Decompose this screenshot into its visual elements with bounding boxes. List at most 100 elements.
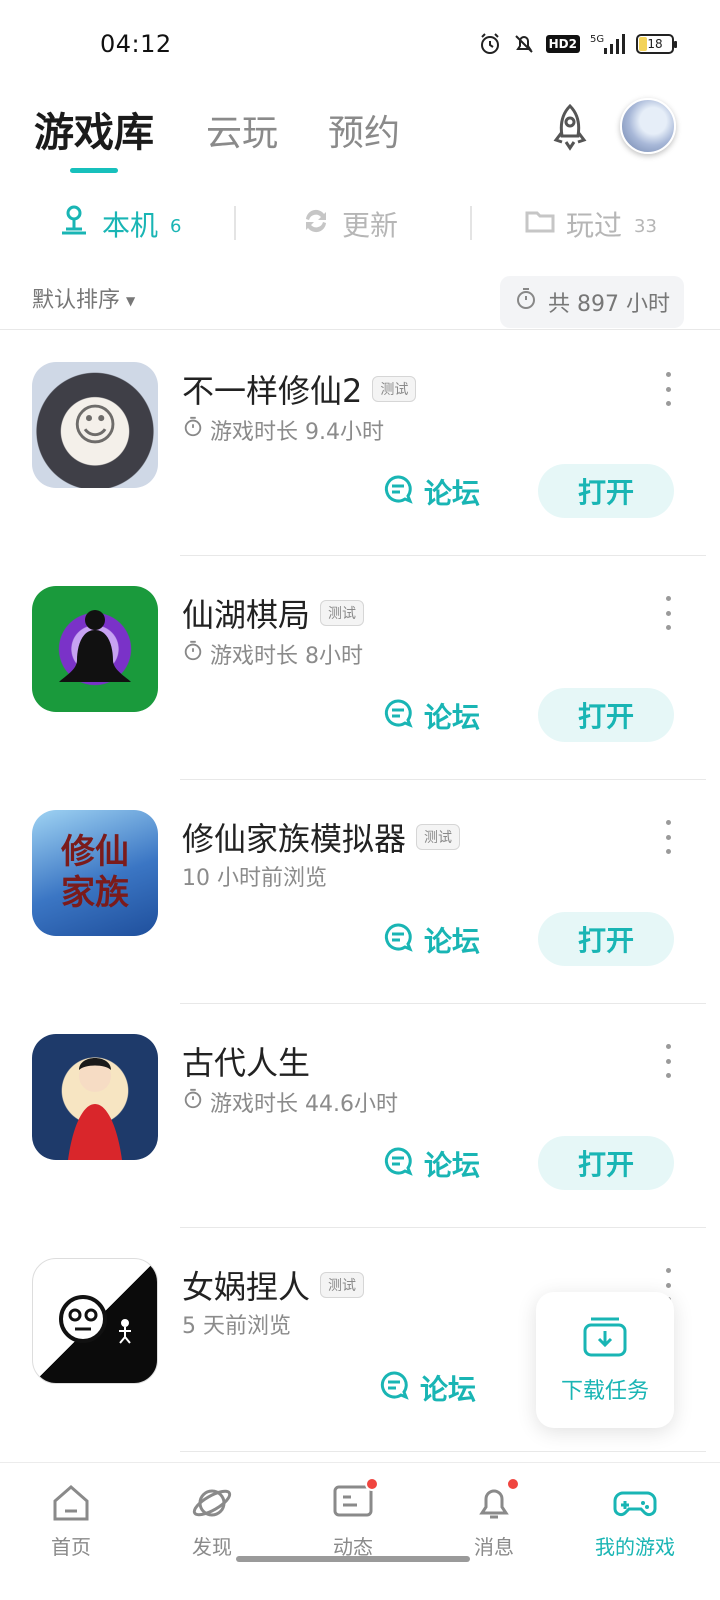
forum-label: 论坛 [424, 1149, 481, 1182]
more-options-icon[interactable] [656, 596, 680, 630]
forum-label: 论坛 [424, 925, 481, 958]
nav-home[interactable]: 首页 [16, 1481, 126, 1560]
game-title: 修仙家族模拟器 测试 [182, 814, 461, 860]
forum-button[interactable]: 论坛 [378, 1368, 476, 1408]
subtab-local-label: 本机 [102, 209, 159, 242]
game-icon[interactable]: ☺ [32, 362, 158, 488]
folder-icon [524, 205, 556, 244]
game-name: 不一样修仙2 [182, 372, 363, 410]
notification-dot [365, 1477, 379, 1491]
last-viewed-text: 5 天前浏览 [182, 1314, 291, 1339]
open-button[interactable]: 打开 [538, 688, 674, 742]
game-name: 修仙家族模拟器 [182, 820, 407, 858]
sort-row: 默认排序 ▼ 共 897 小时 [0, 274, 720, 330]
game-icon[interactable] [32, 1258, 158, 1384]
playtime-text: 游戏时长 44.6小时 [210, 1092, 398, 1117]
game-name: 仙湖棋局 [182, 596, 311, 634]
game-icon[interactable]: 修仙家族 [32, 810, 158, 936]
gamepad-icon [613, 1481, 657, 1525]
playtime-text: 游戏时长 9.4小时 [210, 420, 384, 445]
forum-button[interactable]: 论坛 [382, 920, 480, 960]
chat-bubble-icon [378, 1369, 410, 1408]
game-playtime: 游戏时长 44.6小时 [182, 1086, 398, 1118]
chat-bubble-icon [382, 697, 414, 736]
test-tag: 测试 [372, 376, 417, 402]
game-list: ☺ 不一样修仙2 测试 游戏时长 9.4小时 论坛 打开 仙湖棋局 测试 游戏时… [0, 332, 720, 1452]
playtime-text: 游戏时长 8小时 [210, 644, 363, 669]
subtab-local[interactable]: 本机 6 [56, 196, 181, 252]
more-options-icon[interactable] [656, 1044, 680, 1078]
subtab-played[interactable]: 玩过 33 [524, 196, 657, 252]
nav-home-label: 首页 [51, 1535, 91, 1559]
divider [180, 1451, 706, 1452]
subtab-updates[interactable]: 更新 [300, 196, 398, 252]
bottom-nav: 首页 发现 动态 消息 我的游戏 [0, 1462, 720, 1600]
rocket-icon[interactable] [544, 102, 596, 154]
message-square-icon [331, 1477, 379, 1525]
game-last-viewed: 10 小时前浏览 [182, 860, 327, 892]
nav-discover[interactable]: 发现 [157, 1481, 267, 1560]
forum-label: 论坛 [424, 477, 481, 510]
home-indicator [236, 1556, 470, 1562]
avatar[interactable] [620, 98, 676, 154]
timer-icon [182, 1088, 204, 1116]
nav-feed[interactable]: 动态 [298, 1477, 408, 1560]
game-icon[interactable] [32, 586, 158, 712]
open-button[interactable]: 打开 [538, 912, 674, 966]
game-playtime: 游戏时长 9.4小时 [182, 414, 384, 446]
forum-label: 论坛 [420, 1373, 477, 1406]
battery-level: 18 [647, 37, 663, 51]
forum-label: 论坛 [424, 701, 481, 734]
timer-icon [182, 416, 204, 444]
subtab-played-label: 玩过 [566, 209, 623, 242]
chat-bubble-icon [382, 473, 414, 512]
caret-down-icon: ▼ [126, 294, 136, 308]
nav-messages-label: 消息 [474, 1535, 514, 1559]
sort-label: 默认排序 [32, 288, 121, 313]
nav-my-games-label: 我的游戏 [595, 1535, 675, 1559]
forum-button[interactable]: 论坛 [382, 1144, 480, 1184]
list-item[interactable]: ☺ 不一样修仙2 测试 游戏时长 9.4小时 论坛 打开 [0, 332, 720, 556]
forum-button[interactable]: 论坛 [382, 472, 480, 512]
chat-bubble-icon [382, 921, 414, 960]
ancient-lady-icon [68, 1058, 122, 1160]
subtabs: 本机 6 更新 玩过 33 [0, 196, 720, 252]
battery-icon: 18 [636, 34, 677, 54]
game-icon[interactable] [32, 1034, 158, 1160]
nav-my-games[interactable]: 我的游戏 [580, 1481, 690, 1560]
forum-button[interactable]: 论坛 [382, 696, 480, 736]
status-icons: HD2 5G 18 [478, 32, 677, 56]
more-options-icon[interactable] [656, 372, 680, 406]
list-item[interactable]: 古代人生 游戏时长 44.6小时 论坛 打开 [0, 1004, 720, 1228]
nav-messages[interactable]: 消息 [439, 1477, 549, 1560]
game-name: 古代人生 [182, 1044, 311, 1082]
svg-text:5G: 5G [590, 34, 604, 45]
active-tab-indicator [70, 168, 118, 173]
timer-icon [514, 287, 538, 317]
last-viewed-text: 10 小时前浏览 [182, 866, 327, 891]
more-options-icon[interactable] [656, 820, 680, 854]
user-stand-icon [56, 203, 92, 246]
subtab-updates-label: 更新 [342, 209, 399, 242]
hd-badge: HD2 [545, 35, 580, 53]
total-playtime: 共 897 小时 [500, 276, 684, 328]
list-item[interactable]: 修仙家族 修仙家族模拟器 测试 10 小时前浏览 论坛 打开 [0, 780, 720, 1004]
game-icon-lettering: 修仙家族 [61, 832, 129, 913]
download-tasks-button[interactable]: 下载任务 [536, 1292, 674, 1428]
open-button[interactable]: 打开 [538, 464, 674, 518]
download-tasks-label: 下载任务 [560, 1379, 649, 1404]
tab-cloud-play[interactable]: 云玩 [206, 104, 278, 156]
tab-game-library[interactable]: 游戏库 [34, 100, 154, 158]
notification-dot [506, 1477, 520, 1491]
refresh-icon [300, 205, 332, 244]
game-playtime: 游戏时长 8小时 [182, 638, 363, 670]
tab-reservations[interactable]: 预约 [328, 104, 400, 156]
download-tray-icon [581, 1315, 629, 1363]
open-button[interactable]: 打开 [538, 1136, 674, 1190]
nav-discover-label: 发现 [192, 1535, 232, 1559]
meditation-silhouette-icon [59, 610, 131, 682]
timer-icon [182, 640, 204, 668]
divider [234, 206, 236, 240]
sort-dropdown[interactable]: 默认排序 ▼ [32, 282, 135, 314]
list-item[interactable]: 仙湖棋局 测试 游戏时长 8小时 论坛 打开 [0, 556, 720, 780]
